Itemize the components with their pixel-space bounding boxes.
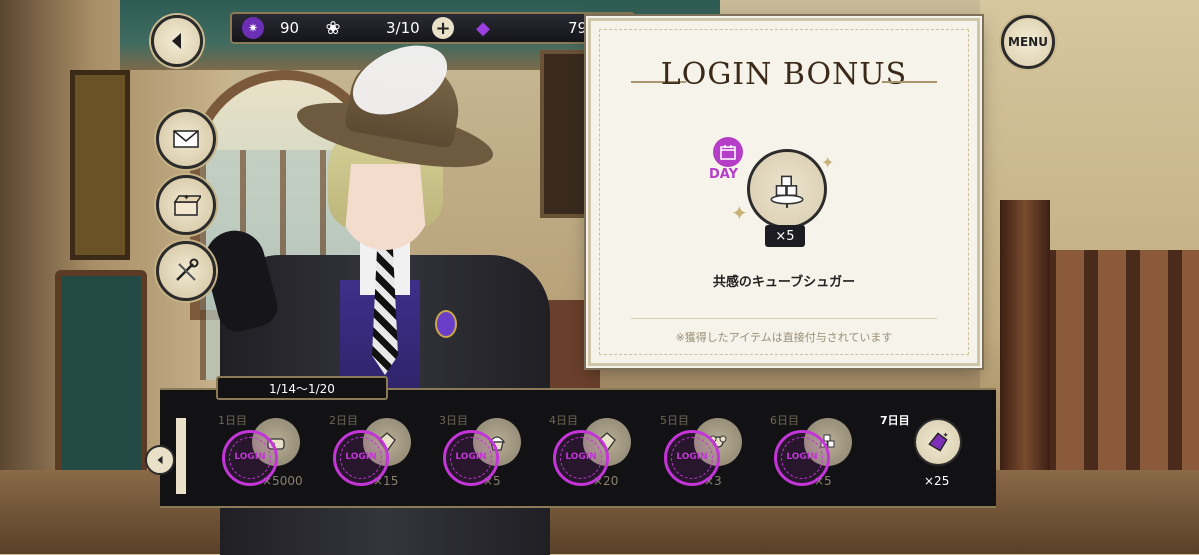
- sparkle-icon: ✦: [731, 201, 748, 225]
- reward-quantity: ×5: [765, 225, 805, 247]
- back-button[interactable]: [151, 15, 203, 67]
- mail-button[interactable]: [156, 109, 216, 169]
- stone-count: 79: [568, 19, 588, 37]
- wall-painting: [70, 70, 130, 260]
- panel-divider: [631, 318, 937, 319]
- stamp-text: LOGIN: [676, 452, 708, 463]
- back-arrow-icon: [172, 33, 181, 49]
- login-stamp: LOGIN: [664, 430, 720, 486]
- magic-stone-icon: ◆: [476, 17, 490, 39]
- treasure-box-icon: ✦: [173, 193, 201, 216]
- stamina-plus-button[interactable]: +: [432, 17, 454, 39]
- login-bonus-panel: LOGIN BONUS DAY ✦ ✦ ×5 共感のキューブシュガー ※獲得した…: [588, 18, 980, 366]
- reward-name: 共感のキューブシュガー: [712, 275, 856, 290]
- gem-counter: ✷ 90: [242, 14, 299, 42]
- day-quantity: ×25: [924, 474, 950, 488]
- svg-text:✦: ✦: [942, 431, 949, 440]
- day-label: DAY: [709, 167, 739, 182]
- login-stamp: LOGIN: [333, 430, 389, 486]
- stone-counter: ◆ 79: [472, 14, 587, 42]
- gem-count: 90: [280, 19, 300, 37]
- stamp-text: LOGIN: [565, 452, 597, 463]
- title-ornament-right: [882, 81, 937, 83]
- purple-gem-icon: ✦: [928, 431, 949, 452]
- stamp-text: LOGIN: [234, 452, 266, 463]
- login-stamp: LOGIN: [443, 430, 499, 486]
- week-date-range: 1/14〜1/20: [216, 376, 388, 400]
- stamina-plus-wrap: +: [432, 14, 454, 42]
- stamina-count: 3/10: [386, 19, 420, 37]
- strip-edge: [176, 418, 186, 494]
- previous-week-button[interactable]: [145, 445, 175, 475]
- day-cell-7: 7日目 ✦ ×25: [876, 410, 966, 506]
- day-label: 7日目: [880, 414, 910, 427]
- day-cell-3: 3日目 ×5 LOGIN: [435, 410, 525, 506]
- day-label: 6日目: [770, 414, 799, 427]
- tools-button[interactable]: [156, 241, 216, 301]
- login-stamp: LOGIN: [553, 430, 609, 486]
- sugar-cube-icon: [770, 175, 804, 208]
- stamp-text: LOGIN: [455, 452, 487, 463]
- login-stamp: LOGIN: [222, 430, 278, 486]
- login-stamp: LOGIN: [774, 430, 830, 486]
- day-cell-6: 6日目 ×5 LOGIN: [766, 410, 856, 506]
- stamp-text: LOGIN: [345, 452, 377, 463]
- day-label: 4日目: [549, 414, 578, 427]
- character-brooch: [435, 310, 457, 338]
- day-label: 3日目: [439, 414, 468, 427]
- panel-title: LOGIN BONUS: [660, 57, 908, 92]
- reward-item-frame: [747, 149, 827, 229]
- stamina-icon: ❀: [325, 17, 341, 39]
- present-box-button[interactable]: ✦: [156, 175, 216, 235]
- day-label: 1日目: [218, 414, 247, 427]
- menu-button[interactable]: MENU: [1001, 15, 1055, 69]
- day-label: 5日目: [660, 414, 689, 427]
- panel-note: ※獲得したアイテムは直接付与されています: [675, 331, 893, 344]
- day-label: 2日目: [329, 414, 358, 427]
- calendar-icon: [713, 137, 743, 167]
- day-cell-2: 2日目 ×15 LOGIN: [325, 410, 415, 506]
- mail-icon: [173, 130, 199, 148]
- chevron-left-icon: [157, 455, 163, 465]
- day-cell-4: 4日目 ×20 LOGIN: [545, 410, 635, 506]
- svg-text:✦: ✦: [183, 193, 190, 202]
- stamp-text: LOGIN: [786, 452, 818, 463]
- sparkle-icon: ✦: [821, 153, 835, 172]
- magic-gem-icon: ✷: [242, 17, 264, 39]
- resource-bar: ✷ 90 ❀ 3/10 + ◆ 79: [230, 12, 635, 44]
- wrench-icon: [176, 258, 199, 281]
- stamina-counter: ❀ 3/10: [322, 14, 420, 42]
- reward-item-frame: ✦: [914, 418, 962, 466]
- day-cell-1: 1日目 ¤ ×5000 LOGIN: [214, 410, 304, 506]
- day-cell-5: 5日目 ×3 LOGIN: [656, 410, 746, 506]
